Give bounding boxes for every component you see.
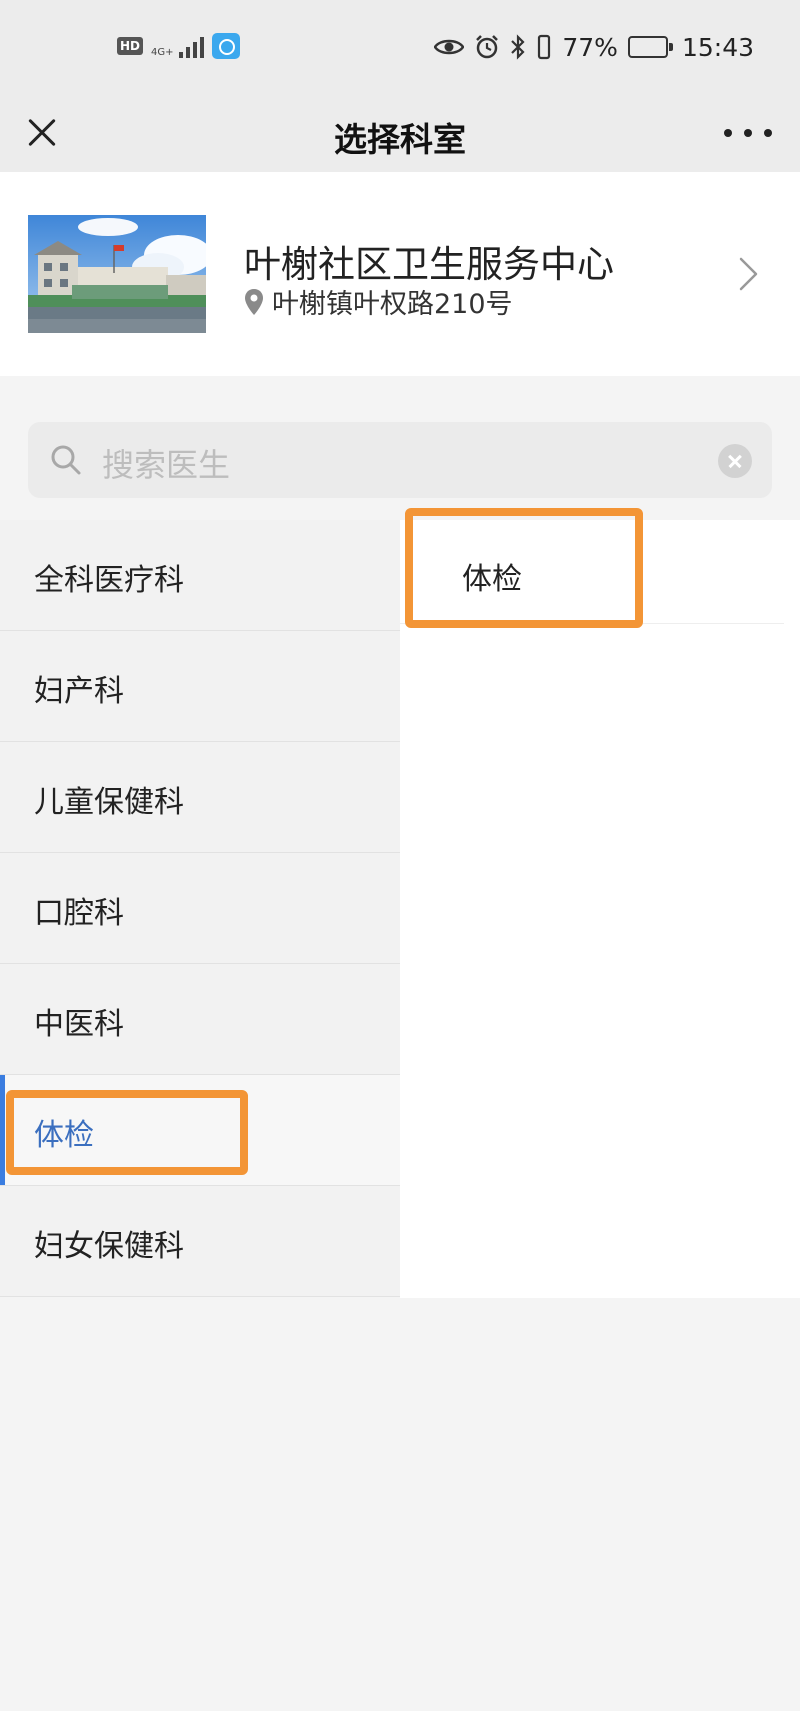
department-label: 中医科	[34, 1007, 124, 1042]
department-item[interactable]: 口腔科	[0, 853, 400, 964]
clear-icon[interactable]	[718, 444, 752, 478]
network-type: 4G+	[151, 47, 174, 58]
department-item[interactable]: 全科医疗科	[0, 520, 400, 631]
department-item[interactable]: 妇女保健科	[0, 1186, 400, 1297]
department-item[interactable]: 儿童保健科	[0, 742, 400, 853]
bluetooth-icon	[511, 34, 525, 60]
app-notification-icon	[211, 33, 240, 59]
search-input[interactable]: 搜索医生	[28, 422, 772, 498]
eye-icon	[434, 39, 465, 55]
department-item[interactable]: 中医科	[0, 964, 400, 1075]
department-label: 妇女保健科	[34, 1229, 184, 1264]
page-title: 选择科室	[334, 120, 466, 159]
vibrate-icon	[538, 34, 551, 60]
battery-icon	[627, 36, 673, 58]
search-icon	[51, 445, 81, 475]
department-item[interactable]: 妇产科	[0, 631, 400, 742]
more-icon[interactable]	[724, 117, 772, 149]
sub-department-item[interactable]: 体检	[400, 520, 784, 624]
department-label: 妇产科	[34, 674, 124, 709]
hd-badge: HD	[117, 37, 144, 55]
hospital-photo	[28, 215, 206, 333]
status-left: HD 4G+	[117, 33, 240, 59]
department-label: 全科医疗科	[34, 563, 184, 598]
hospital-address: 叶榭镇叶权路210号	[244, 282, 513, 321]
department-label: 体检	[34, 1118, 94, 1153]
search-placeholder: 搜索医生	[102, 446, 231, 484]
signal-icon: 4G+	[151, 34, 204, 58]
status-time: 15:43	[681, 32, 754, 62]
status-right: 77% 15:43	[434, 30, 754, 64]
sub-department-panel: 体检	[400, 520, 800, 1298]
location-pin-icon	[245, 288, 263, 315]
department-item-active[interactable]: 体检	[0, 1075, 400, 1186]
status-bar: HD 4G+ 77% 15:43	[0, 0, 800, 95]
sub-department-label: 体检	[462, 562, 522, 597]
alarm-icon	[476, 35, 499, 59]
hospital-name: 叶榭社区卫生服务中心	[244, 243, 614, 286]
department-label: 儿童保健科	[34, 785, 184, 820]
chevron-right-icon[interactable]	[738, 256, 760, 292]
hospital-card[interactable]: 叶榭社区卫生服务中心 叶榭镇叶权路210号	[0, 172, 800, 376]
search-section: 搜索医生	[0, 398, 800, 520]
nav-bar: 选择科室	[0, 95, 800, 172]
department-label: 口腔科	[34, 896, 124, 931]
battery-percent: 77%	[562, 32, 618, 62]
department-list: 全科医疗科 妇产科 儿童保健科 口腔科 中医科 体检 妇女保健科	[0, 520, 400, 1297]
hospital-address-text: 叶榭镇叶权路210号	[272, 289, 513, 320]
